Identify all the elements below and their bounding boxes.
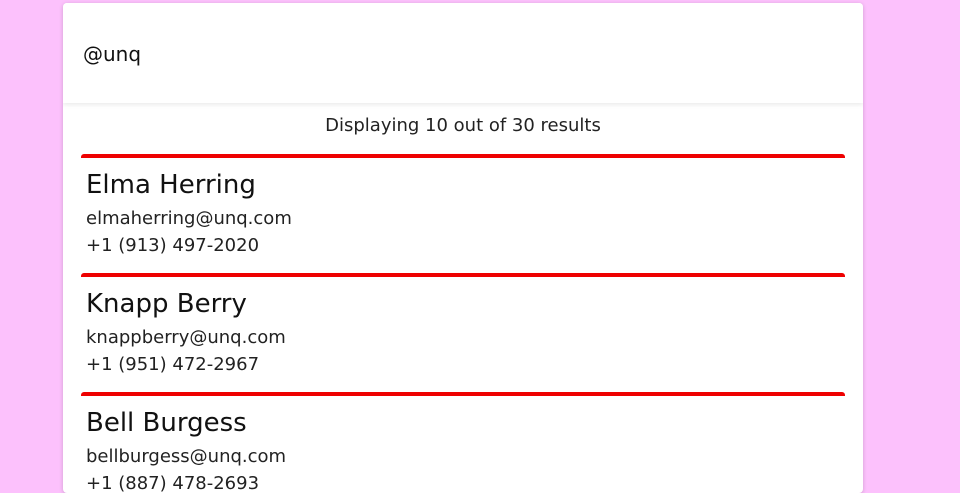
search-panel: Displaying 10 out of 30 results Elma Her…: [63, 3, 863, 493]
contact-card[interactable]: Knapp Berry knappberry@unq.com +1 (951) …: [81, 273, 845, 392]
search-box: [63, 3, 863, 103]
contact-phone: +1 (951) 472-2967: [86, 354, 260, 375]
result-count-text: Displaying 10 out of 30 results: [325, 115, 601, 136]
contact-card[interactable]: Bell Burgess bellburgess@unq.com +1 (887…: [81, 392, 845, 493]
contact-email: elmaherring@unq.com: [86, 208, 292, 229]
contact-name: Bell Burgess: [86, 408, 247, 438]
search-input[interactable]: [83, 39, 823, 69]
contact-name: Knapp Berry: [86, 289, 247, 319]
contact-phone: +1 (887) 478-2693: [86, 473, 260, 493]
contact-email: knappberry@unq.com: [86, 327, 286, 348]
results-list: Elma Herring elmaherring@unq.com +1 (913…: [81, 154, 845, 493]
contact-name: Elma Herring: [86, 170, 256, 200]
contact-card[interactable]: Elma Herring elmaherring@unq.com +1 (913…: [81, 154, 845, 273]
contact-email: bellburgess@unq.com: [86, 446, 287, 467]
contact-phone: +1 (913) 497-2020: [86, 235, 260, 256]
